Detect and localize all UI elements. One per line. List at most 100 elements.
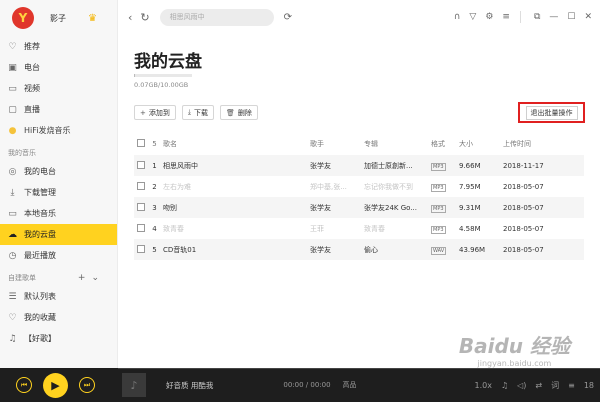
top-bar: ‹ ↻ 相思风雨中 ⟳ ∩ ▽ ⚙ ≡ ⧉ — ☐ ✕ <box>118 0 600 34</box>
skin-icon[interactable]: ▽ <box>469 12 476 22</box>
sound-effect-icon[interactable]: ♫ <box>501 381 508 390</box>
song-album[interactable]: 张学友24K Go... <box>364 203 431 213</box>
loop-mode-icon[interactable]: ⇄ <box>535 381 542 390</box>
section-heading-my-music: 我的音乐 <box>0 141 117 161</box>
refresh-icon[interactable]: ↻ <box>140 11 149 24</box>
playback-progress-track[interactable] <box>118 368 600 369</box>
song-artist[interactable]: 张学友 <box>310 203 364 213</box>
avatar[interactable]: Y <box>12 7 34 29</box>
volume-icon[interactable]: ◁) <box>517 381 526 390</box>
minimize-icon[interactable]: — <box>549 12 558 22</box>
download-button[interactable]: ⤓ 下载 <box>181 105 214 120</box>
headphones-icon[interactable]: ∩ <box>454 12 461 22</box>
album-cover[interactable]: ♪ <box>122 373 146 397</box>
song-artist[interactable]: 王菲 <box>310 224 364 234</box>
previous-track-icon[interactable]: ⏮ <box>16 377 32 393</box>
maximize-icon[interactable]: ☐ <box>567 12 575 22</box>
clock-icon: ◷ <box>8 250 17 261</box>
sidebar-item-cloud-drive[interactable]: ☁ 我的云盘 <box>0 224 117 245</box>
listen-recognize-icon[interactable]: ⟳ <box>284 12 292 23</box>
row-checkbox[interactable] <box>137 160 145 169</box>
next-track-icon[interactable]: ⏭ <box>79 377 95 393</box>
header-name[interactable]: 歌名 <box>163 139 310 149</box>
song-name[interactable]: 致青春 <box>163 224 310 234</box>
format-badge: WAV <box>431 246 447 255</box>
sidebar-item-favorites[interactable]: ♡ 我的收藏 <box>0 307 117 328</box>
table-row[interactable]: 5 CD音轨01 张学友 偷心 WAV 43.96M 2018-05-07 <box>134 239 584 260</box>
playlist-icon: ♫ <box>8 333 17 344</box>
sidebar-item-label: 我的云盘 <box>24 230 56 239</box>
plus-icon: + <box>140 108 146 117</box>
user-profile[interactable]: Y 影子 ♛ <box>0 0 117 36</box>
header-size[interactable]: 大小 <box>459 139 503 149</box>
song-album[interactable]: 偷心 <box>364 245 431 255</box>
menu-icon[interactable]: ≡ <box>502 12 510 22</box>
mini-mode-icon[interactable]: ⧉ <box>534 12 540 22</box>
delete-button[interactable]: 🗑 删除 <box>219 105 258 120</box>
trash-icon: 🗑 <box>225 108 235 117</box>
sidebar-item-local-music[interactable]: ▭ 本地音乐 <box>0 203 117 224</box>
song-album[interactable]: 忘记你我做不到 <box>364 182 431 192</box>
sidebar-item-label: 本地音乐 <box>24 209 56 218</box>
song-artist[interactable]: 张学友 <box>310 161 364 171</box>
play-button[interactable]: ▶ <box>43 372 68 398</box>
sidebar-item-recommend[interactable]: ♡ 推荐 <box>0 36 117 57</box>
sidebar-item-hifi[interactable]: ● HiFi发烧音乐 <box>0 120 117 141</box>
close-icon[interactable]: ✕ <box>584 12 592 22</box>
playlist-icon[interactable]: ≡ <box>568 381 575 390</box>
back-icon[interactable]: ‹ <box>128 11 132 24</box>
sidebar-item-video[interactable]: ▭ 视频 <box>0 78 117 99</box>
header-album[interactable]: 专辑 <box>364 139 431 149</box>
table-row[interactable]: 3 吻别 张学友 张学友24K Go... MP3 9.31M 2018-05-… <box>134 197 584 218</box>
collapse-icon[interactable]: ⌄ <box>91 273 105 283</box>
sidebar-item-default-list[interactable]: ☰ 默认列表 <box>0 286 117 307</box>
song-name[interactable]: 左右为难 <box>163 182 310 192</box>
song-artist[interactable]: 郑中基,张... <box>310 182 364 192</box>
song-album[interactable]: 致青春 <box>364 224 431 234</box>
username[interactable]: 影子 <box>50 13 66 24</box>
lyrics-icon[interactable]: 词 <box>551 380 559 391</box>
sidebar-item-downloads[interactable]: ⤓ 下载管理 <box>0 182 117 203</box>
header-date[interactable]: 上传时间 <box>503 139 573 149</box>
sidebar: Y 影子 ♛ ♡ 推荐 ▣ 电台 ▭ 视频 ▢ 直播 ● HiFi发烧音乐 我的… <box>0 0 118 368</box>
row-checkbox[interactable] <box>137 181 145 190</box>
table-row[interactable]: 2 左右为难 郑中基,张... 忘记你我做不到 MP3 7.95M 2018-0… <box>134 176 584 197</box>
header-artist[interactable]: 歌手 <box>310 139 364 149</box>
exit-batch-button[interactable]: 退出批量操作 <box>525 105 578 120</box>
cloud-icon: ☁ <box>8 229 17 240</box>
select-all-checkbox[interactable] <box>137 139 145 147</box>
song-name[interactable]: CD音轨01 <box>163 245 310 255</box>
song-size: 9.31M <box>459 203 481 212</box>
sidebar-item-good-songs[interactable]: ♫ 【好歌】 <box>0 328 117 349</box>
song-count: 5 <box>152 140 157 148</box>
button-label: 下载 <box>193 108 208 117</box>
format-badge: MP3 <box>431 225 446 234</box>
song-artist[interactable]: 张学友 <box>310 245 364 255</box>
table-row[interactable]: 4 致青春 王菲 致青春 MP3 4.58M 2018-05-07 <box>134 218 584 239</box>
storage-usage-text: 0.07GB/10.00GB <box>134 81 189 89</box>
sidebar-item-radio[interactable]: ▣ 电台 <box>0 57 117 78</box>
search-input[interactable]: 相思风雨中 <box>159 8 274 26</box>
header-format[interactable]: 格式 <box>431 139 459 149</box>
song-name[interactable]: 相思风雨中 <box>163 161 310 171</box>
settings-icon[interactable]: ⚙ <box>485 12 493 22</box>
speed-selector[interactable]: 1.0x <box>474 381 491 390</box>
song-name[interactable]: 吻别 <box>163 203 310 213</box>
row-checkbox[interactable] <box>137 244 145 253</box>
row-number: 5 <box>152 245 157 254</box>
add-to-button[interactable]: + 添加到 <box>134 105 176 120</box>
storage-usage-bar <box>134 74 192 77</box>
row-checkbox[interactable] <box>137 223 145 232</box>
radio-icon: ▣ <box>8 62 17 73</box>
table-row[interactable]: 1 相思风雨中 张学友 加德士原創新... MP3 9.66M 2018-11-… <box>134 155 584 176</box>
playlist-count: 18 <box>583 380 594 390</box>
sidebar-item-recent[interactable]: ◷ 最近播放 <box>0 245 117 266</box>
song-size: 7.95M <box>459 182 481 191</box>
song-album[interactable]: 加德士原創新... <box>364 161 431 171</box>
add-playlist-icon[interactable]: + <box>78 273 92 283</box>
crown-icon[interactable]: ♛ <box>88 13 97 24</box>
row-checkbox[interactable] <box>137 202 145 211</box>
quality-selector[interactable]: 高品 <box>343 380 357 390</box>
sidebar-item-live[interactable]: ▢ 直播 <box>0 99 117 120</box>
sidebar-item-my-radio[interactable]: ◎ 我的电台 <box>0 161 117 182</box>
